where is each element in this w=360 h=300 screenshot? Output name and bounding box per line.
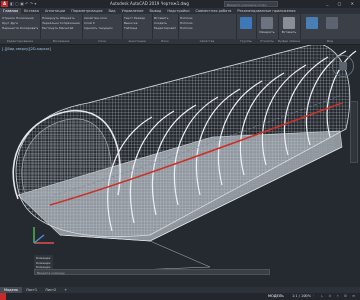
autocad-logo-icon[interactable]: A [1,1,8,7]
navigation-bar[interactable] [350,101,358,163]
measure-label: Измерить [259,30,275,34]
window-controls[interactable]: _ ▢ ✕ [326,0,358,8]
ribbon: Отрезок Полилиния Круг Дуга Перенести Ко… [0,14,360,45]
group-button[interactable] [238,17,254,30]
panel-title[interactable]: Рисование [40,39,82,44]
measure-button[interactable]: Измерить [259,17,275,34]
model-space-button[interactable]: МОДЕЛЬ [268,293,284,300]
measure-icon [261,17,273,29]
clipboard-icon [283,17,295,29]
ribbon-row[interactable]: Редактировать [154,26,176,31]
base-view-button[interactable] [304,17,320,30]
property-dropdown[interactable]: ПоСлою [180,26,234,31]
ucs-icon [33,227,54,244]
ribbon-row[interactable]: Перенести Копировать [2,26,38,31]
paste-button[interactable]: Вставить [281,17,297,34]
status-bar: МОДЕЛЬ 1:1 / 100% # ⋮ ∟ ⊙ ⌖ ⚙ ≡ [0,293,360,300]
ribbon-row[interactable]: Сделать текущим [84,26,120,31]
panel-layers: Свойства слоя Слой 0 Сделать текущим Сло… [82,14,123,44]
panel-clipboard: Вставить Буфер обмена [278,14,301,44]
quick-access-toolbar[interactable]: ◧ ▢ ▣ ↶ ↷ ▾ [10,0,36,8]
panel-view: Вид [300,14,360,44]
panel-title[interactable]: Утилиты [256,39,278,44]
panel-block: Вставить Создать Редактировать Блок [152,14,179,44]
panel-groups: Группы [236,14,257,44]
ribbon-row[interactable]: Растянуть Масштаб [42,26,80,31]
projection-line [149,240,211,268]
panel-title[interactable]: Вид [300,39,360,44]
view-button-2[interactable] [324,17,340,30]
panel-title[interactable]: Аннотации [122,39,152,44]
tunnel-wireframe-model [12,45,357,272]
panel-properties: ПоСлою ПоСлою ПоСлою Свойства [178,14,237,44]
window-title: Autodesk AutoCAD 2019 Чертеж1.dwg [110,1,189,6]
command-history-line: Команда: [36,256,51,260]
group-icon [240,17,252,29]
panel-title[interactable]: Свойства [178,39,236,44]
ribbon-row[interactable]: Таблица [124,26,150,31]
search-input[interactable]: Введите ключевое слово [224,1,278,7]
view-icon [326,17,338,29]
panel-title[interactable]: Блок [152,39,178,44]
panel-draw: Отрезок Полилиния Круг Дуга Перенести Ко… [0,14,41,44]
panel-title[interactable]: Редактирование [0,39,40,44]
base-view-icon [306,17,318,29]
status-toggle-icons[interactable]: # ⋮ ∟ ⊙ ⌖ ⚙ ≡ [304,293,357,300]
title-bar: A ◧ ▢ ▣ ↶ ↷ ▾ Autodesk AutoCAD 2019 Черт… [0,0,360,8]
drawing-viewport[interactable]: [-][Вид сверху][2D-каркас] Команда: Кома… [0,45,360,287]
panel-title[interactable]: Группы [236,39,256,44]
panel-title[interactable]: Буфер обмена [278,39,300,44]
status-indicator [0,293,6,300]
panel-utilities: Измерить Утилиты [256,14,279,44]
viewcube-icon[interactable] [332,55,354,77]
panel-annotation: Текст Размер Выноска Таблица Аннотации [122,14,153,44]
viewport-controls[interactable]: [-][Вид сверху][2D-каркас] [2,47,51,51]
command-line-input[interactable]: Введите команду [34,269,270,275]
panel-title[interactable]: Слои [82,39,122,44]
paste-label: Вставить [281,30,297,34]
panel-modify: Повернуть Обрезать Зеркально Сопряжение … [40,14,83,44]
